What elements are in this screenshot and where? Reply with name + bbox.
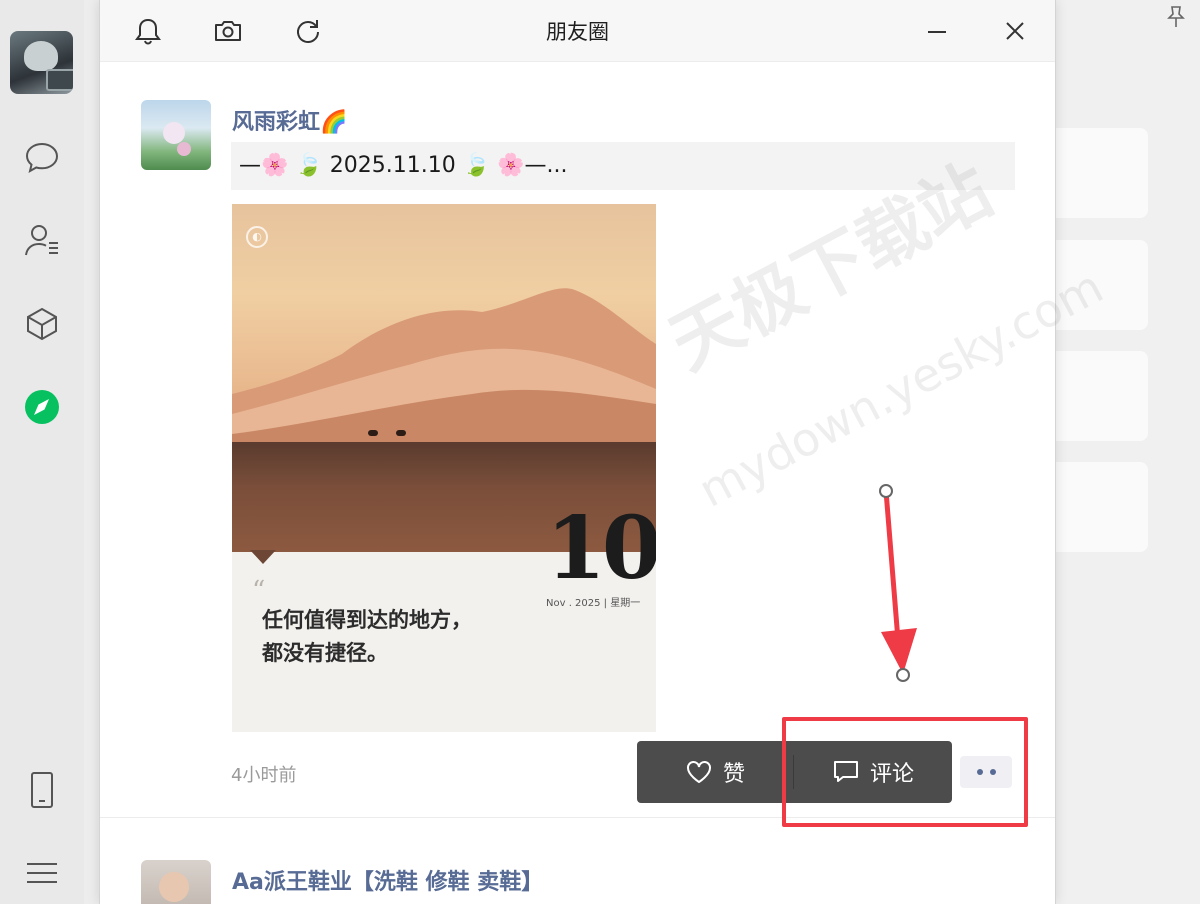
- poster-day: 10: [546, 498, 656, 599]
- chat-icon[interactable]: [22, 137, 62, 177]
- annotation-highlight-box: [782, 717, 1028, 827]
- post-image[interactable]: ◐ “ 10 Nov . 2025 | 星期一 任何值得到达的地方， 都没有捷径…: [232, 204, 656, 732]
- phone-icon[interactable]: [22, 770, 62, 810]
- post-author-avatar[interactable]: [141, 100, 211, 170]
- poster-quote: 任何值得到达的地方， 都没有捷径。: [262, 608, 472, 665]
- like-label: 赞: [722, 762, 745, 787]
- poster-date: Nov . 2025 | 星期一: [546, 598, 641, 609]
- menu-icon[interactable]: [22, 853, 62, 893]
- background-card: [1056, 351, 1148, 441]
- discover-icon[interactable]: [22, 387, 62, 427]
- background-card: [1056, 462, 1148, 552]
- post-author-name[interactable]: 风雨彩虹🌈: [232, 104, 347, 136]
- left-nav: [0, 0, 84, 904]
- window-title: 朋友圈: [546, 20, 609, 44]
- post-author-name[interactable]: Aa派王鞋业【洗鞋 修鞋 卖鞋】: [232, 864, 543, 896]
- poster-logo: ◐: [246, 226, 268, 248]
- background-card: [1056, 128, 1148, 218]
- contacts-icon[interactable]: [22, 220, 62, 260]
- cube-icon[interactable]: [22, 304, 62, 344]
- heart-icon: [686, 761, 711, 784]
- pin-icon[interactable]: [1165, 5, 1187, 33]
- like-button[interactable]: 赞: [637, 741, 793, 803]
- close-icon[interactable]: [998, 14, 1032, 48]
- user-avatar[interactable]: [10, 31, 73, 94]
- post-author-avatar[interactable]: [141, 860, 211, 904]
- title-bar: 朋友圈: [100, 0, 1055, 62]
- post-time: 4小时前: [231, 765, 297, 786]
- minimize-icon[interactable]: [920, 14, 954, 48]
